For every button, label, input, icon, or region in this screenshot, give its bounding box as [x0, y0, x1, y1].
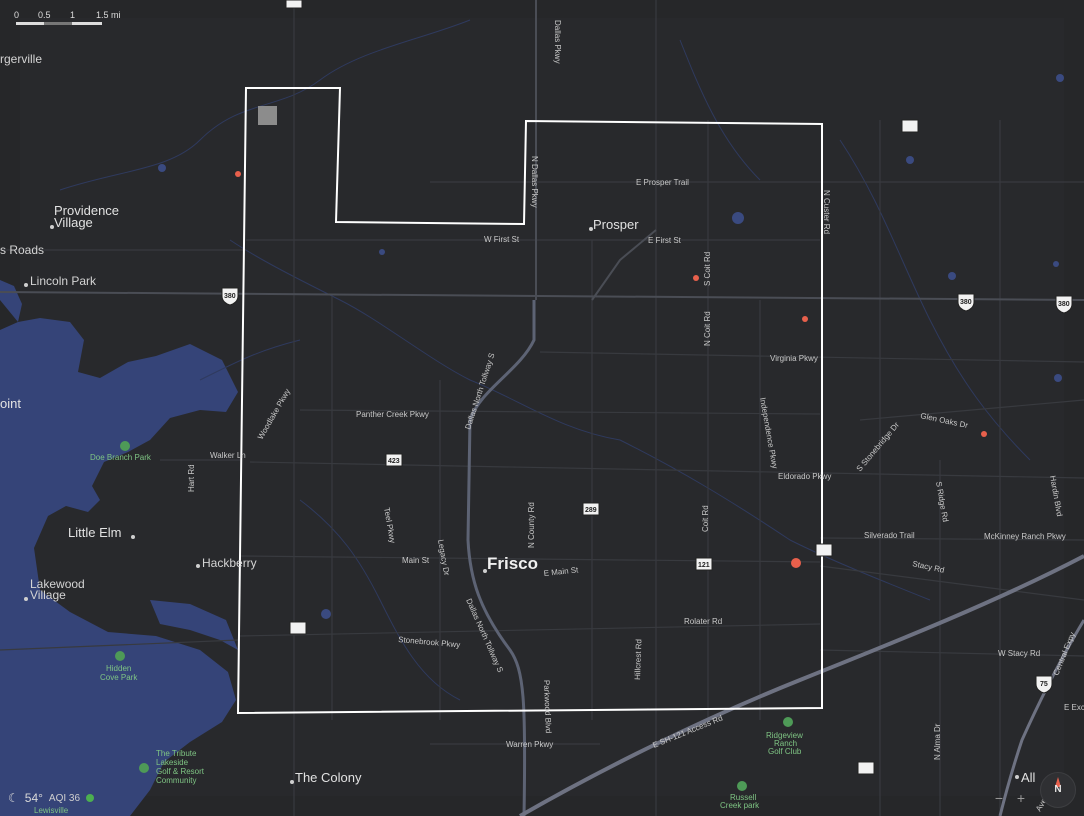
tx-shield-top[interactable] [285, 0, 303, 9]
road-n-coit-rd: N Coit Rd [703, 311, 712, 346]
park-doe-branch[interactable]: Doe Branch Park [90, 453, 152, 462]
road-e-first-st: E First St [648, 236, 682, 245]
place-providence-village-line2[interactable]: Village [54, 215, 93, 230]
us380-shield-east[interactable]: 380 [957, 293, 975, 312]
place-prosper[interactable]: Prosper [593, 217, 639, 232]
scale-label-0: 0 [14, 10, 19, 20]
scale-label-1: 1 [70, 10, 75, 20]
place-lakewood-village-line2[interactable]: Village [30, 588, 66, 602]
zoom-out-button[interactable]: − [990, 789, 1008, 807]
park-tribute[interactable]: The Tribute [156, 749, 197, 758]
moon-icon: ☾ [8, 791, 19, 805]
lincoln-park-dot [24, 283, 28, 287]
park-tribute-line2[interactable]: Lakeside [156, 758, 189, 767]
tx-shield-custer[interactable] [815, 543, 833, 557]
place-roads-partial[interactable]: s Roads [0, 243, 44, 257]
sh289-shield[interactable]: 289 [582, 502, 600, 516]
park-ridgeview-line3[interactable]: Golf Club [768, 747, 802, 756]
road-w-stacy-rd: W Stacy Rd [998, 649, 1040, 658]
place-point-partial[interactable]: oint [0, 396, 21, 411]
place-hackberry[interactable]: Hackberry [202, 556, 257, 570]
road-mckinney-ranch-pkwy: McKinney Ranch Pkwy [984, 532, 1066, 541]
road-walker-ln: Walker Ln [210, 451, 246, 460]
road-coit-rd: Coit Rd [701, 505, 710, 532]
park-hidden-cove[interactable]: Hidden [106, 664, 131, 673]
ridgeview-icon[interactable] [783, 717, 793, 727]
svg-text:380: 380 [1058, 301, 1070, 308]
weather-widget[interactable]: ☾ 54° AQI 36 [8, 788, 95, 808]
little-elm-dot [131, 535, 135, 539]
place-frisco[interactable]: Frisco [487, 554, 538, 573]
place-allen[interactable]: All [1021, 770, 1036, 785]
svg-text:380: 380 [960, 299, 972, 306]
tx121-shield[interactable]: 121 [695, 557, 713, 571]
park-tribute-line4[interactable]: Community [156, 776, 196, 785]
place-the-colony[interactable]: The Colony [295, 770, 362, 785]
road-n-custer-rd: N Custer Rd [822, 190, 831, 234]
road-warren-pkwy: Warren Pkwy [506, 740, 553, 749]
svg-text:121: 121 [698, 562, 710, 569]
poi-marker-coit[interactable] [693, 275, 699, 281]
hidden-cove-park-icon[interactable] [115, 651, 125, 661]
scale-label-1-5: 1.5 mi [96, 10, 121, 20]
us75-shield[interactable]: 75 [1035, 675, 1053, 694]
poi-marker-west[interactable] [235, 171, 241, 177]
svg-text:380: 380 [224, 293, 236, 300]
svg-text:423: 423 [388, 458, 400, 465]
park-tribute-line3[interactable]: Golf & Resort [156, 767, 205, 776]
road-e-prosper-trail: E Prosper Trail [636, 178, 689, 187]
road-virginia-pkwy: Virginia Pkwy [770, 354, 818, 363]
compass-north-label: N [1054, 784, 1062, 795]
road-n-alma-dr: N Alma Dr [933, 723, 942, 760]
road-n-county-rd: N County Rd [527, 502, 536, 548]
compass-button[interactable]: N [1040, 772, 1076, 808]
poi-pin-main-st[interactable] [791, 558, 801, 568]
road-hart-rd: Hart Rd [187, 464, 196, 492]
poi-marker-glen-oaks[interactable] [981, 431, 987, 437]
road-silverado-trail: Silverado Trail [864, 531, 915, 540]
poi-marker-custer[interactable] [802, 316, 808, 322]
tribute-icon[interactable] [139, 763, 149, 773]
tx-shield-northeast[interactable] [901, 119, 919, 133]
temperature: 54° [24, 791, 43, 805]
tx-shield-south-b[interactable] [857, 761, 875, 775]
svg-text:289: 289 [585, 507, 597, 514]
doe-branch-park-icon[interactable] [120, 441, 130, 451]
road-e-exchange: E Exc [1064, 703, 1084, 712]
map-canvas[interactable]: 0 0.5 1 1.5 mi rgerville Providence Vill… [0, 0, 1084, 816]
road-panther-creek-pkwy: Panther Creek Pkwy [356, 410, 429, 419]
the-colony-dot [290, 780, 294, 784]
hackberry-dot [196, 564, 200, 568]
aqi-indicator-icon [86, 794, 95, 802]
svg-text:75: 75 [1040, 681, 1048, 688]
park-russell-creek-line2[interactable]: Creek park [720, 801, 760, 810]
place-aubrey[interactable]: rgerville [0, 52, 42, 66]
us380-shield-edge[interactable]: 380 [1055, 295, 1073, 314]
road-w-first-st: W First St [484, 235, 520, 244]
tx423-shield[interactable]: 423 [385, 453, 403, 467]
allen-dot [1015, 775, 1019, 779]
place-lincoln-park[interactable]: Lincoln Park [30, 274, 97, 288]
road-parkwood-blvd: Parkwood Blvd [542, 680, 553, 734]
place-little-elm[interactable]: Little Elm [68, 525, 121, 540]
zoom-in-button[interactable]: + [1012, 789, 1030, 807]
aqi-label: AQI 36 [48, 792, 81, 804]
road-s-coit-rd: S Coit Rd [703, 252, 712, 286]
tx-shield-south-a[interactable] [289, 621, 307, 635]
selected-square-marker[interactable] [258, 106, 277, 125]
scale-label-half: 0.5 [38, 10, 51, 20]
road-hillcrest-rd: Hillcrest Rd [633, 639, 643, 680]
zoom-controls: − + [990, 789, 1030, 807]
us380-shield-west[interactable]: 380 [221, 287, 239, 306]
russell-creek-icon[interactable] [737, 781, 747, 791]
road-n-dallas-pkwy: N Dallas Pkwy [530, 156, 539, 208]
park-hidden-cove-line2[interactable]: Cove Park [100, 673, 138, 682]
road-dallas-pkwy: Dallas Pkwy [553, 20, 562, 64]
road-eldorado-pkwy: Eldorado Pkwy [778, 472, 831, 481]
road-main-st: Main St [402, 556, 430, 565]
road-rolater-rd: Rolater Rd [684, 617, 722, 626]
lakewood-village-dot [24, 597, 28, 601]
